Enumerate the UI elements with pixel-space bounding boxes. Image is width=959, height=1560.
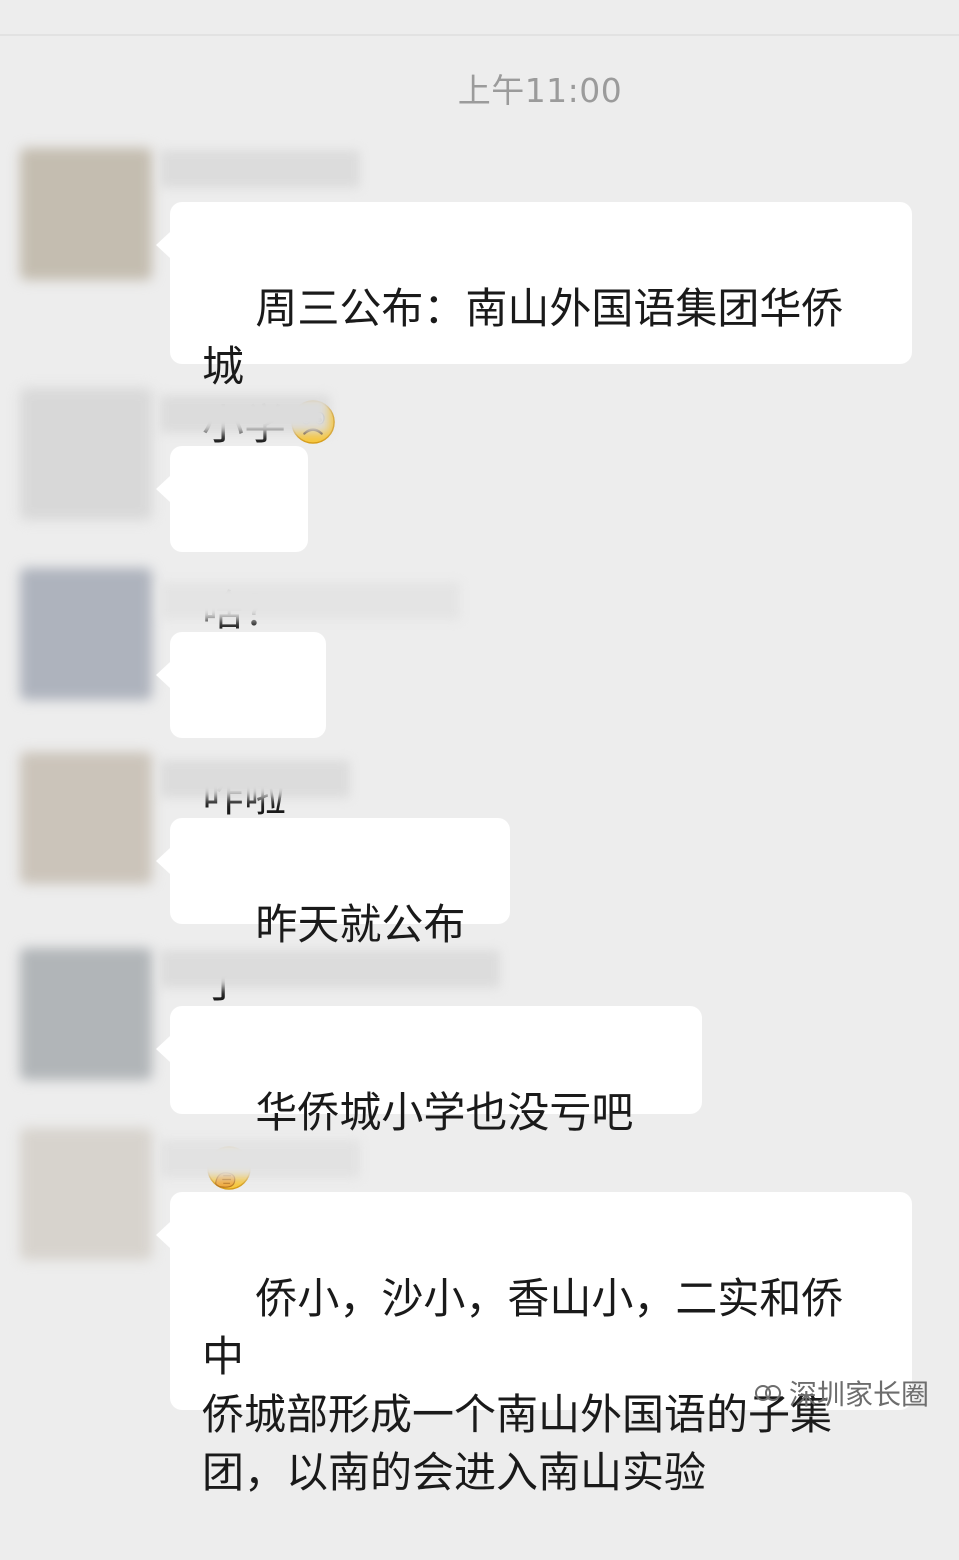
avatar[interactable] — [20, 1128, 152, 1260]
top-divider — [0, 34, 959, 36]
avatar[interactable] — [20, 148, 152, 280]
avatar[interactable] — [20, 568, 152, 700]
message-bubble[interactable]: 啥？ — [156, 446, 308, 635]
watermark-text: 深圳家长圈 — [788, 1378, 929, 1411]
wechat-channel-icon — [754, 1385, 781, 1401]
sender-name-blurred — [160, 395, 330, 433]
avatar[interactable] — [20, 388, 152, 520]
sender-name-blurred — [160, 582, 460, 620]
watermark: 深圳家长圈 — [753, 1373, 929, 1413]
message-bubble[interactable]: 华侨城小学也没亏吧 — [156, 1006, 702, 1190]
sender-name-blurred — [160, 950, 500, 988]
message-timestamp: 上午11:00 — [457, 71, 623, 110]
message-bubble[interactable]: 咋啦 — [156, 632, 326, 821]
message-bubble[interactable]: 昨天就公布了 — [156, 818, 510, 1007]
sender-name-blurred — [160, 1140, 360, 1178]
message-bubble[interactable]: 周三公布：南山外国语集团华侨城 小学 — [156, 202, 912, 449]
sender-name-blurred — [160, 150, 360, 188]
message-text: 华侨城小学也没亏吧 — [255, 1088, 634, 1137]
avatar[interactable] — [20, 752, 152, 884]
avatar[interactable] — [20, 948, 152, 1080]
message-text: 侨小，沙小，香山小，二实和侨中 侨城部形成一个南山外国语的子集 团，以南的会进入… — [202, 1274, 844, 1497]
sender-name-blurred — [160, 760, 350, 798]
